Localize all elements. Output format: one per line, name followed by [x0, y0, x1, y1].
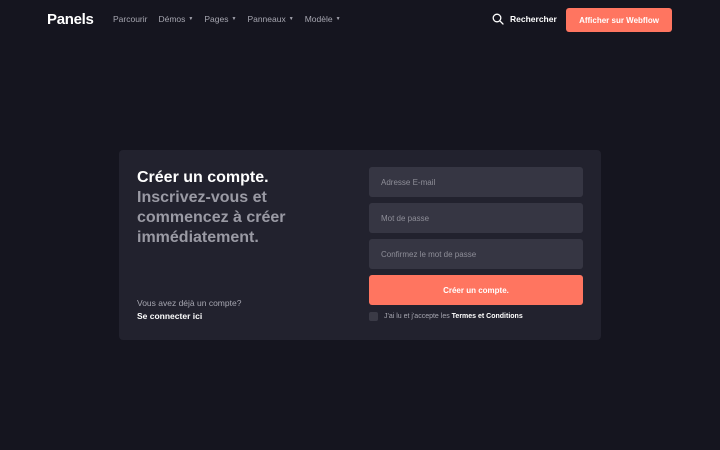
nav-link-pages[interactable]: Pages ▼	[204, 14, 236, 24]
search-icon	[492, 13, 504, 25]
nav-link-panneaux[interactable]: Panneaux ▼	[247, 14, 293, 24]
terms-text: J'ai lu et j'accepte les Termes et Condi…	[384, 313, 523, 320]
confirm-password-input[interactable]	[369, 239, 583, 269]
search-button[interactable]: Rechercher	[492, 13, 557, 25]
nav-link-modele[interactable]: Modèle ▼	[305, 14, 341, 24]
terms-checkbox[interactable]	[369, 312, 378, 321]
email-input[interactable]	[369, 167, 583, 197]
logo[interactable]: Panels	[47, 11, 94, 28]
terms-row: J'ai lu et j'accepte les Termes et Condi…	[369, 312, 523, 321]
view-on-webflow-button[interactable]: Afficher sur Webflow	[566, 8, 672, 32]
signup-title: Créer un compte.	[137, 169, 269, 186]
caret-down-icon: ▼	[335, 16, 341, 22]
password-input[interactable]	[369, 203, 583, 233]
nav-link-label: Modèle	[304, 14, 333, 24]
nav-links: Parcourir Démos ▼ Pages ▼ Panneaux ▼ Mod…	[113, 14, 341, 24]
login-hint: Vous avez déjà un compte?	[137, 298, 242, 308]
nav-link-label: Parcourir	[113, 14, 148, 24]
caret-down-icon: ▼	[231, 16, 237, 22]
login-link[interactable]: Se connecter ici	[137, 311, 202, 321]
signup-heading: Créer un compte. Inscrivez-vous et comme…	[137, 168, 337, 248]
nav-link-demos[interactable]: Démos ▼	[158, 14, 193, 24]
nav-link-label: Démos	[158, 14, 186, 24]
nav-link-label: Panneaux	[247, 14, 286, 24]
search-label: Rechercher	[510, 14, 557, 24]
nav-link-label: Pages	[204, 14, 229, 24]
nav-link-parcourir[interactable]: Parcourir	[113, 14, 147, 24]
signup-subtitle: Inscrivez-vous et commencez à créer immé…	[137, 189, 286, 246]
caret-down-icon: ▼	[188, 16, 194, 22]
terms-prefix: J'ai lu et j'accepte les	[384, 313, 450, 320]
top-navbar: Panels Parcourir Démos ▼ Pages ▼ Panneau…	[0, 0, 720, 40]
caret-down-icon: ▼	[288, 16, 294, 22]
signup-card: Créer un compte. Inscrivez-vous et comme…	[119, 150, 601, 340]
create-account-button[interactable]: Créer un compte.	[369, 275, 583, 305]
terms-link[interactable]: Termes et Conditions	[452, 313, 523, 320]
